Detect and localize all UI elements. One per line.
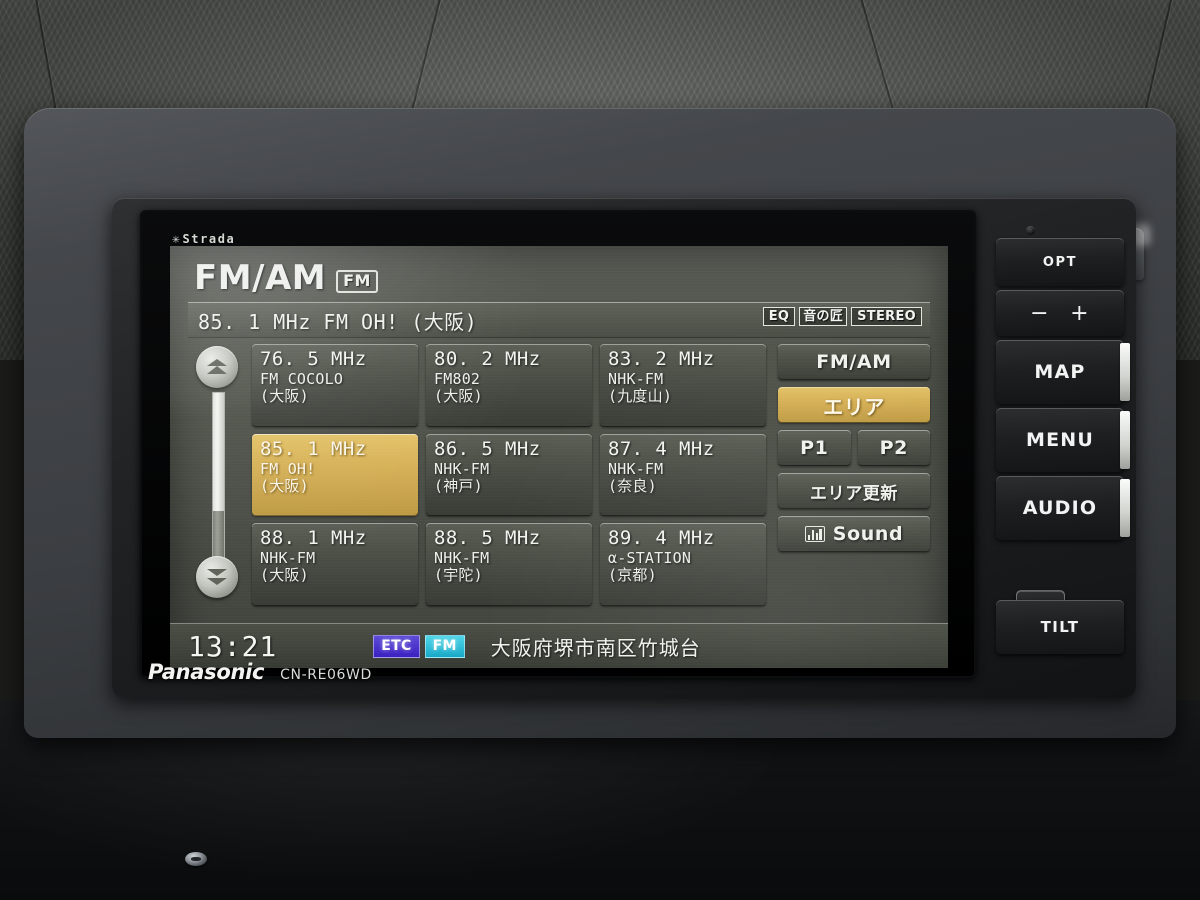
connectivity-badge-group: ETC FM xyxy=(373,634,465,658)
preset-station-name: NHK-FM xyxy=(608,369,664,388)
hardware-button-column: OPT − + MAP MENU AUDIO ⏮ ⏭ TILT xyxy=(996,238,1130,658)
area-update-button[interactable]: エリア更新 xyxy=(778,473,930,509)
double-chevron-up-icon xyxy=(207,359,227,374)
preset-grid: 76. 5 MHz FM COCOLO (大阪) 80. 2 MHz FM802… xyxy=(252,344,766,606)
preset-frequency: 86. 5 MHz xyxy=(434,437,541,460)
preset-frequency: 83. 2 MHz xyxy=(608,348,715,370)
preset-area: (九度山) xyxy=(608,386,673,405)
preset-area: (大阪) xyxy=(434,386,483,405)
preset-station-name: FM802 xyxy=(434,369,481,388)
sound-button-label: Sound xyxy=(832,523,904,545)
fm-am-button[interactable]: FM/AM xyxy=(778,344,930,380)
sound-button[interactable]: Sound xyxy=(778,516,930,552)
menu-button[interactable]: MENU xyxy=(996,408,1130,472)
preset-frequency: 85. 1 MHz xyxy=(260,437,367,460)
fm-badge: FM xyxy=(424,634,465,658)
volume-rocker[interactable]: − + xyxy=(996,290,1124,336)
preset-tile[interactable]: 76. 5 MHz FM COCOLO (大阪) xyxy=(252,344,418,427)
preset-station-name: α-STATION xyxy=(608,549,692,568)
scroll-controls xyxy=(192,346,244,598)
preset-frequency: 88. 1 MHz xyxy=(260,527,367,550)
side-control-panel: FM/AM エリア P1 P2 エリア更新 Sound xyxy=(778,344,930,559)
preset-frequency: 88. 5 MHz xyxy=(434,527,541,550)
double-chevron-down-icon xyxy=(207,569,227,585)
preset-area: (大阪) xyxy=(260,566,309,585)
preset-area: (神戸) xyxy=(434,476,483,495)
preset-tile[interactable]: 83. 2 MHz NHK-FM (九度山) xyxy=(600,344,766,427)
page-title: FM/AM xyxy=(194,258,327,298)
panasonic-logo: Panasonic xyxy=(148,660,265,684)
preset-frequency: 76. 5 MHz xyxy=(260,348,367,370)
preset-tile[interactable]: 80. 2 MHz FM802 (大阪) xyxy=(426,344,592,427)
preset-area: (奈良) xyxy=(608,476,657,495)
audio-button[interactable]: AUDIO xyxy=(996,476,1130,540)
screen-header: FM/AM FM xyxy=(194,258,378,298)
preset-area: (京都) xyxy=(608,566,657,585)
scroll-down-button[interactable] xyxy=(196,556,238,598)
preset-station-name: NHK-FM xyxy=(260,549,316,568)
tilt-button[interactable]: TILT xyxy=(996,600,1124,654)
preset-station-name: FM COCOLO xyxy=(260,369,344,388)
preset-area: (大阪) xyxy=(260,386,309,405)
status-badge-oto-no-takumi[interactable]: 音の匠 xyxy=(799,307,848,326)
car-interior-scene: ✳Strada FM/AM FM 85. 1 MHz FM OH! (大阪) E… xyxy=(0,0,1200,900)
preset-frequency: 89. 4 MHz xyxy=(608,527,715,550)
preset-frequency: 87. 4 MHz xyxy=(608,437,715,460)
preset-tile[interactable]: 86. 5 MHz NHK-FM (神戸) xyxy=(426,433,592,517)
strada-logo-text: Strada xyxy=(182,232,236,246)
status-badge-stereo[interactable]: STEREO xyxy=(851,307,922,326)
opt-button[interactable]: OPT xyxy=(996,238,1124,286)
volume-down-button[interactable]: − xyxy=(1030,301,1050,326)
preset-tile[interactable]: 89. 4 MHz α-STATION (京都) xyxy=(600,523,766,606)
preset-tile[interactable]: 88. 1 MHz NHK-FM (大阪) xyxy=(252,523,418,606)
status-badge-eq[interactable]: EQ xyxy=(762,307,796,326)
preset-tile-selected[interactable]: 85. 1 MHz FM OH! (大阪) xyxy=(252,433,418,517)
etc-badge: ETC xyxy=(373,634,420,658)
now-playing-bar: 85. 1 MHz FM OH! (大阪) EQ 音の匠 STEREO xyxy=(188,302,930,338)
strada-logo: ✳Strada xyxy=(172,232,235,247)
now-playing-text: 85. 1 MHz FM OH! (大阪) xyxy=(198,309,478,334)
status-badge-group: EQ 音の匠 STEREO xyxy=(762,307,922,326)
map-button[interactable]: MAP xyxy=(996,340,1130,404)
preset-station-name: FM OH! xyxy=(260,459,316,478)
preset-area: (大阪) xyxy=(260,476,309,495)
lcd-screen: FM/AM FM 85. 1 MHz FM OH! (大阪) EQ 音の匠 ST… xyxy=(170,246,948,668)
preset-bank-p1-button[interactable]: P1 xyxy=(778,430,851,466)
model-number: CN-RE06WD xyxy=(280,667,372,683)
current-location-text: 大阪府堺市南区竹城台 xyxy=(490,635,701,660)
preset-station-name: NHK-FM xyxy=(434,459,490,478)
preset-tile[interactable]: 87. 4 MHz NHK-FM (奈良) xyxy=(600,433,766,517)
preset-area: (宇陀) xyxy=(434,566,483,585)
area-button[interactable]: エリア xyxy=(778,387,930,423)
volume-up-button[interactable]: + xyxy=(1070,301,1090,326)
clock: 13:21 xyxy=(188,629,278,663)
preset-station-name: NHK-FM xyxy=(608,459,664,478)
strada-asterisk-icon: ✳ xyxy=(172,232,182,247)
preset-frequency: 80. 2 MHz xyxy=(434,348,541,370)
preset-bank-p2-button[interactable]: P2 xyxy=(857,430,930,466)
equalizer-icon xyxy=(804,526,825,542)
brand-strip: Panasonic CN-RE06WD xyxy=(148,660,372,684)
preset-tile[interactable]: 88. 5 MHz NHK-FM (宇陀) xyxy=(426,523,592,606)
scrollbar-track[interactable] xyxy=(212,392,225,560)
scrollbar-thumb[interactable] xyxy=(213,393,224,511)
band-indicator-chip: FM xyxy=(336,270,378,293)
preset-station-name: NHK-FM xyxy=(434,549,490,568)
dashboard-screw xyxy=(185,852,207,866)
scroll-up-button[interactable] xyxy=(196,346,238,388)
ir-sensor-icon xyxy=(1026,226,1035,235)
preset-bank-row: P1 P2 xyxy=(778,430,930,466)
